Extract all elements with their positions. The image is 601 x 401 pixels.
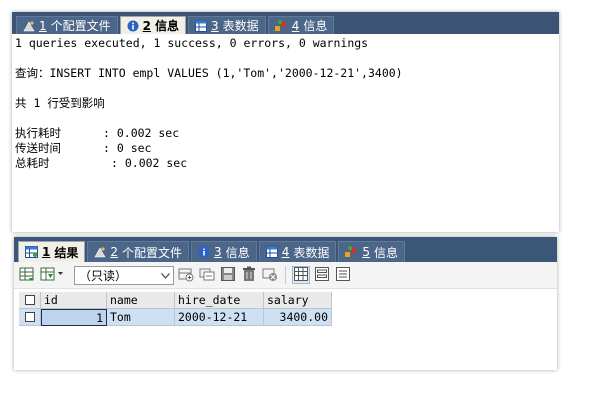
message-output: 1 queries executed, 1 success, 0 errors,…: [12, 34, 559, 171]
text-view-button[interactable]: [334, 266, 352, 284]
tab-info-2[interactable]: 4 信息: [267, 16, 335, 34]
affected-suffix: 行受到影响: [47, 96, 105, 110]
tab-num: 3: [214, 245, 222, 259]
affected-count: 1: [33, 96, 41, 110]
timing-value: : 0.002 sec: [103, 126, 180, 140]
timing-label: 执行耗时: [15, 126, 61, 140]
tab-table-data[interactable]: 4 表数据: [258, 241, 337, 262]
save-icon: [220, 266, 236, 285]
row-select-cell[interactable]: [19, 309, 41, 326]
export-grid-button[interactable]: [18, 266, 36, 284]
top-tab-bar: 1 个配置文件 2 信息 3 表数据 4 信息: [12, 12, 559, 34]
table-cell[interactable]: 1: [41, 309, 107, 326]
messages-panel: 1 个配置文件 2 信息 3 表数据 4 信息 1 queries execut…: [12, 12, 559, 232]
tab-num: 3: [211, 18, 219, 33]
info-icon: [198, 246, 210, 258]
tab-label: 结果: [54, 245, 79, 260]
timing-exec: 执行耗时 : 0.002 sec: [15, 126, 555, 141]
tab-label: 信息: [225, 245, 250, 260]
select-all-cell[interactable]: [19, 292, 41, 309]
column-header[interactable]: name: [107, 292, 175, 309]
tab-num: 2: [142, 18, 152, 33]
summary-line: 1 queries executed, 1 success, 0 errors,…: [15, 36, 369, 50]
tab-num: 1: [39, 18, 47, 33]
tab-info[interactable]: 2 信息: [119, 16, 187, 34]
timing-label: 总耗时: [15, 156, 50, 170]
tab-label: 信息: [373, 245, 398, 260]
add-row-button[interactable]: [177, 266, 195, 284]
profile-icon: [94, 246, 106, 258]
query-line: 查询： INSERT INTO empl VALUES (1,'Tom','200…: [15, 66, 555, 81]
result-mode-select[interactable]: （只读）: [74, 265, 174, 285]
tab-label: 个配置文件: [50, 19, 111, 33]
result-mode-value: （只读）: [79, 268, 128, 283]
info-icon: [127, 20, 139, 32]
text-view-icon: [336, 266, 350, 284]
trash-icon: [241, 266, 257, 285]
duplicate-row-icon: [199, 266, 215, 285]
table-icon: [265, 246, 278, 258]
timing-total: 总耗时 : 0.002 sec: [15, 156, 555, 171]
form-view-icon: [315, 266, 329, 284]
affected-rows-line: 共 1 行受到影响: [15, 96, 555, 111]
tab-label: 表数据: [293, 245, 330, 260]
discard-changes-button[interactable]: [261, 266, 279, 284]
table-icon: [195, 19, 208, 32]
tab-label: 表数据: [222, 19, 259, 33]
timing-value: : 0.002 sec: [111, 156, 188, 170]
info-blocks-icon: [345, 246, 358, 258]
table-cell[interactable]: 2000-12-21: [175, 309, 264, 326]
import-grid-icon: [40, 266, 64, 285]
discard-icon: [262, 266, 278, 285]
import-dropdown-button[interactable]: [39, 266, 65, 284]
column-header[interactable]: hire_date: [175, 292, 264, 309]
tab-label: 信息: [303, 19, 328, 33]
query-label: 查询：: [15, 66, 50, 80]
form-view-button[interactable]: [313, 266, 331, 284]
toolbar-separator: [285, 266, 286, 284]
delete-button[interactable]: [240, 266, 258, 284]
grid-view-icon: [294, 266, 308, 284]
tab-num: 1: [42, 245, 51, 259]
tab-profile[interactable]: 2 个配置文件: [87, 241, 190, 262]
affected-prefix: 共: [15, 96, 27, 110]
chevron-down-icon: [161, 268, 170, 282]
table-cell[interactable]: Tom: [107, 309, 175, 326]
results-toolbar: （只读）: [14, 262, 557, 289]
column-header[interactable]: id: [41, 292, 107, 309]
timing-transfer: 传送时间 : 0 sec: [15, 141, 555, 156]
timing-value: : 0 sec: [103, 141, 152, 155]
tab-table-data[interactable]: 3 表数据: [188, 16, 266, 34]
results-grid: id name hire_date salary 1 Tom 2000-12-2…: [14, 289, 557, 326]
results-panel: 1 结果 2 个配置文件 3 信息 4 表数据 5 信息 （只读） id nam…: [14, 237, 557, 370]
profile-icon: [23, 20, 35, 32]
tab-num: 4: [291, 18, 300, 33]
tab-num: 2: [110, 245, 119, 259]
table-cell[interactable]: 3400.00: [264, 309, 332, 326]
table-row[interactable]: 1 Tom 2000-12-21 3400.00: [19, 309, 557, 326]
grid-header-row: id name hire_date salary: [19, 292, 557, 309]
duplicate-row-button[interactable]: [198, 266, 216, 284]
tab-info[interactable]: 3 信息: [191, 241, 257, 262]
tab-profile[interactable]: 1 个配置文件: [16, 16, 118, 34]
timing-label: 传送时间: [15, 141, 61, 155]
tab-results[interactable]: 1 结果: [18, 241, 86, 262]
tab-num: 4: [281, 245, 290, 259]
tab-num: 5: [362, 245, 370, 259]
query-text: INSERT INTO empl VALUES (1,'Tom','2000-1…: [49, 66, 403, 80]
export-grid-icon: [19, 266, 35, 285]
info-blocks-icon: [274, 19, 288, 32]
tab-label: 信息: [155, 19, 180, 33]
save-button[interactable]: [219, 266, 237, 284]
add-row-icon: [178, 266, 194, 285]
tab-info-2[interactable]: 5 信息: [338, 241, 405, 262]
tab-label: 个配置文件: [122, 245, 183, 260]
select-all-checkbox[interactable]: [24, 295, 35, 305]
row-checkbox[interactable]: [24, 312, 35, 322]
bottom-tab-bar: 1 结果 2 个配置文件 3 信息 4 表数据 5 信息: [14, 237, 557, 262]
grid-view-button[interactable]: [292, 266, 310, 284]
results-grid-icon: [25, 246, 38, 258]
column-header[interactable]: salary: [264, 292, 332, 309]
